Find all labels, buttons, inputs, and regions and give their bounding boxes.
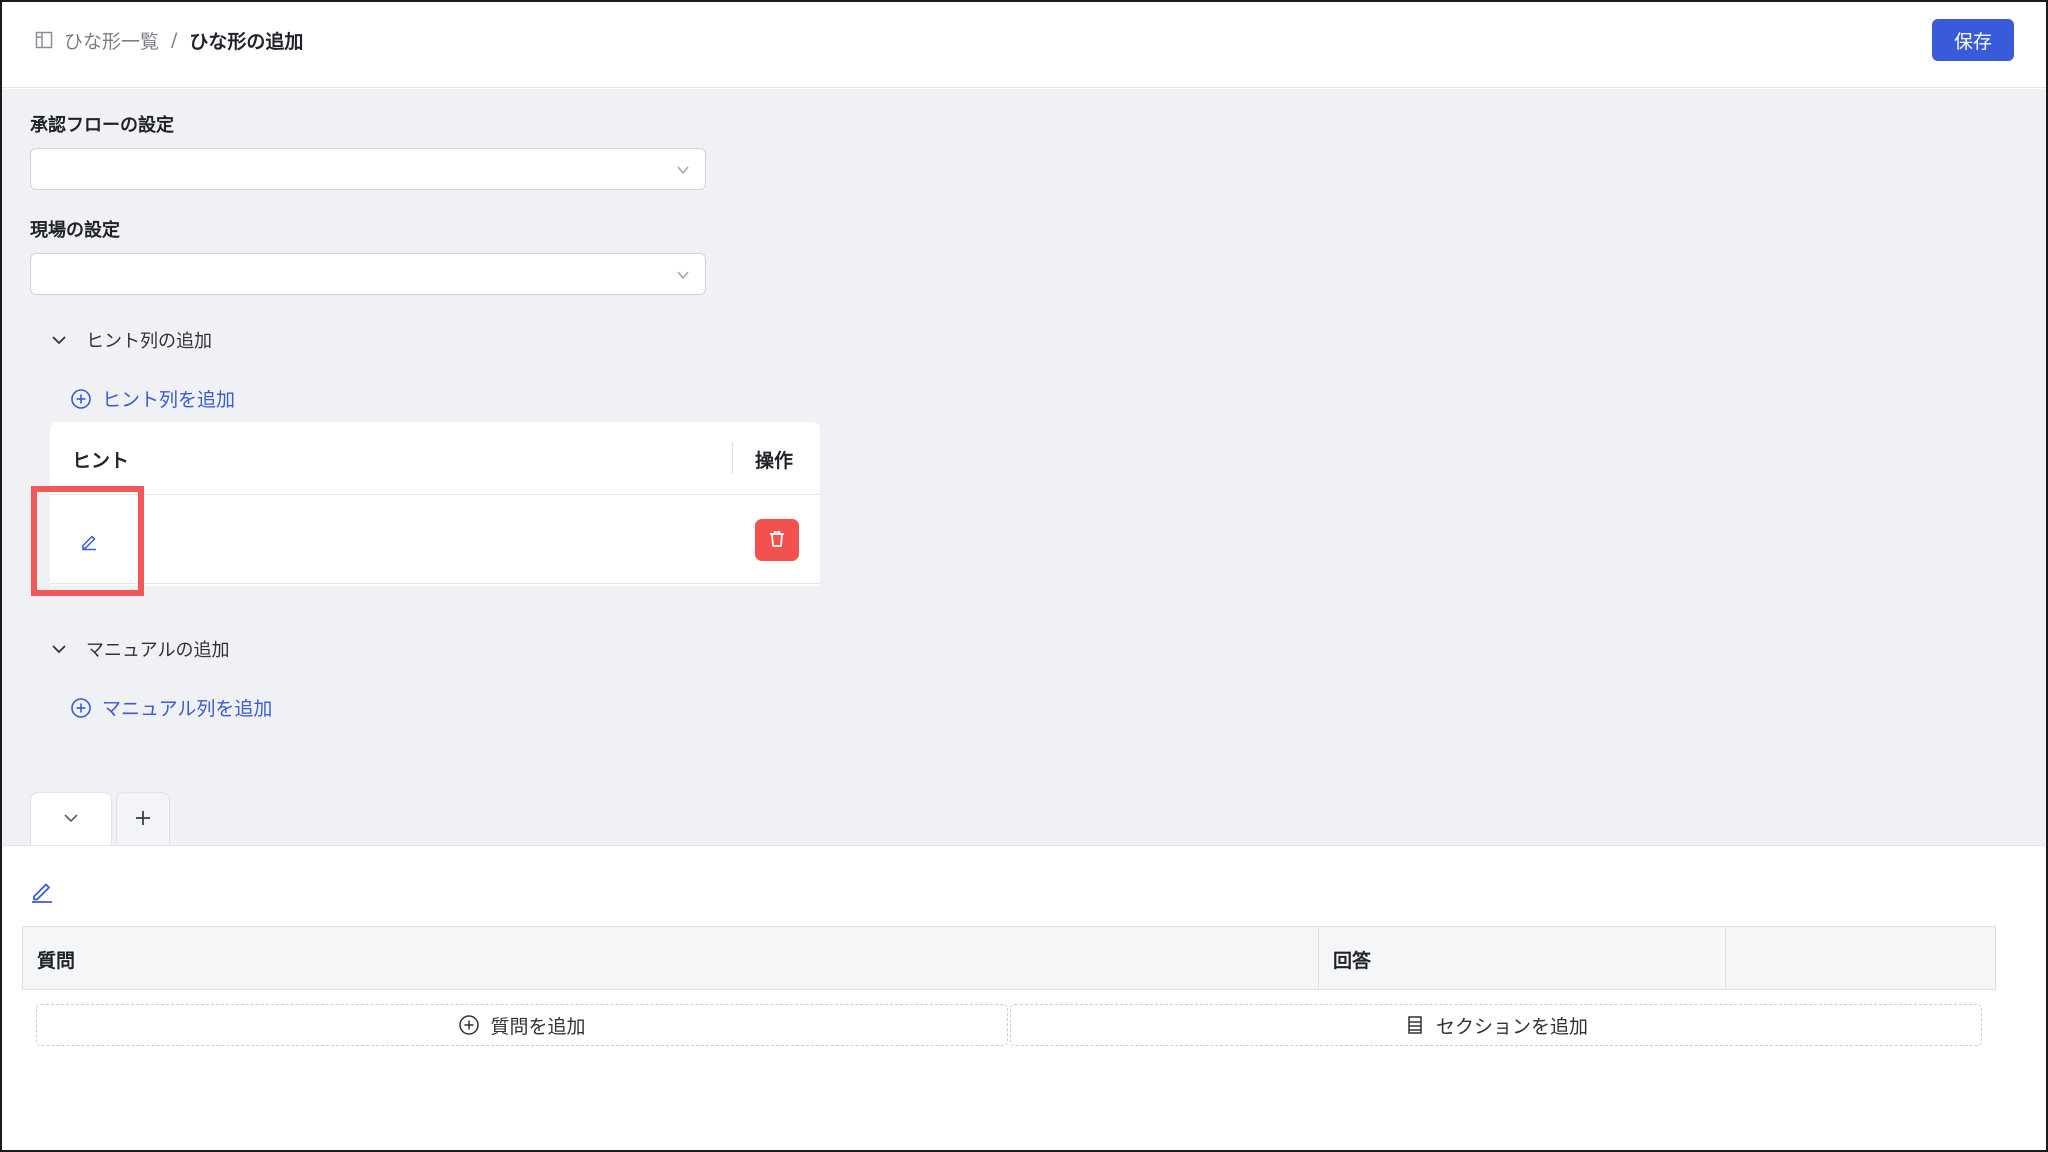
add-question-label: 質問を追加 [490, 1015, 586, 1038]
section-tab[interactable] [30, 792, 112, 846]
highlight-box [31, 486, 144, 596]
main-content: 承認フローの設定 現場の設定 ヒント列の追加 ヒント列を追加 ヒント 操作 マニ… [2, 89, 2046, 845]
site-select[interactable] [30, 253, 706, 295]
template-list-icon [34, 30, 54, 50]
save-button[interactable]: 保存 [1932, 19, 2014, 61]
manual-section-title: マニュアルの追加 [86, 640, 230, 661]
add-section-button[interactable]: セクションを追加 [1010, 1004, 1982, 1046]
hint-table: ヒント 操作 [50, 422, 820, 586]
column-header-answer: 回答 [1333, 950, 1372, 972]
hint-section-title: ヒント列の追加 [86, 331, 212, 352]
add-tab-button[interactable] [116, 792, 170, 846]
page-header: ひな形一覧 / ひな形の追加 保存 [2, 2, 2046, 88]
column-divider [732, 442, 733, 474]
add-hint-column-link[interactable]: ヒント列を追加 [70, 385, 235, 412]
add-manual-column-link[interactable]: マニュアル列を追加 [70, 694, 272, 721]
column-header-operations: 操作 [755, 450, 794, 472]
chevron-down-icon [50, 331, 68, 349]
approval-flow-label: 承認フローの設定 [30, 115, 174, 136]
column-divider [1725, 927, 1726, 989]
breadcrumb: ひな形一覧 / ひな形の追加 [34, 26, 303, 54]
section-list-icon [1404, 1014, 1426, 1036]
add-manual-column-label: マニュアル列を追加 [102, 698, 273, 720]
site-label: 現場の設定 [30, 220, 120, 241]
table-row [50, 496, 820, 584]
breadcrumb-parent-link[interactable]: ひな形一覧 [64, 27, 159, 54]
column-header-hint: ヒント [72, 450, 130, 472]
trash-icon [767, 529, 787, 552]
hint-table-header: ヒント 操作 [50, 422, 820, 495]
plus-circle-icon [70, 697, 92, 719]
question-table-header: 質問 回答 [22, 926, 1996, 990]
chevron-down-icon [50, 640, 68, 658]
column-header-question: 質問 [37, 950, 76, 972]
question-section: 質問 回答 質問を追加 セクションを追加 [2, 845, 2046, 1150]
chevron-down-icon [675, 162, 691, 178]
add-hint-column-label: ヒント列を追加 [102, 389, 236, 411]
hint-section-toggle[interactable]: ヒント列の追加 [50, 327, 212, 353]
page-title: ひな形の追加 [189, 30, 304, 53]
breadcrumb-separator: / [171, 29, 178, 51]
plus-circle-icon [70, 388, 92, 410]
approval-flow-select[interactable] [30, 148, 706, 190]
plus-icon [133, 808, 153, 832]
plus-circle-icon [458, 1014, 480, 1036]
add-question-button[interactable]: 質問を追加 [36, 1004, 1008, 1046]
pencil-icon[interactable] [29, 878, 55, 904]
app-window: ひな形一覧 / ひな形の追加 保存 承認フローの設定 現場の設定 ヒント列の追加 [0, 0, 2048, 1152]
delete-button[interactable] [755, 519, 799, 561]
chevron-down-icon [675, 267, 691, 283]
manual-section-toggle[interactable]: マニュアルの追加 [50, 636, 229, 662]
column-divider [1318, 927, 1319, 989]
chevron-down-icon [62, 809, 80, 831]
add-section-label: セクションを追加 [1435, 1015, 1588, 1038]
